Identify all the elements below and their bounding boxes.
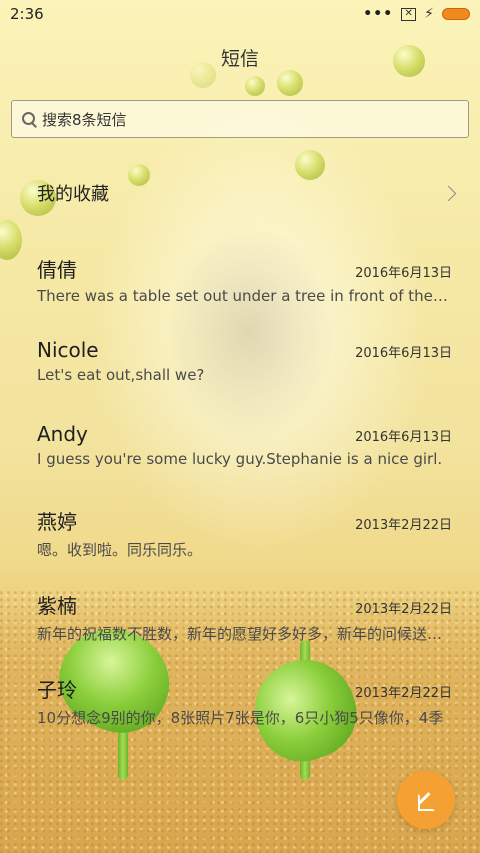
wallpaper-bubble xyxy=(245,76,265,96)
bolt-icon: ⚡ xyxy=(424,6,434,22)
wallpaper-bubble xyxy=(277,70,303,96)
status-bar: 2:36 ••• ✕ ⚡ xyxy=(0,0,480,28)
conversation-snippet: I guess you're some lucky guy.Stephanie … xyxy=(37,450,443,468)
no-sim-icon: ✕ xyxy=(401,7,417,21)
conversation-name: Andy xyxy=(37,422,88,446)
compose-button[interactable] xyxy=(397,771,455,829)
search-icon xyxy=(20,110,38,128)
conversation-snippet: 新年的祝福数不胜数，新年的愿望好多好多，新年的问候送给你 xyxy=(37,625,452,643)
conversation-date: 2013年2月22日 xyxy=(355,602,452,617)
conversation-name: 燕婷 xyxy=(37,510,77,534)
conversation-list: 倩倩 2016年6月13日 There was a table set out … xyxy=(0,250,480,754)
conversation-item[interactable]: Nicole 2016年6月13日 Let's eat out,shall we… xyxy=(0,334,480,418)
conversation-date: 2016年6月13日 xyxy=(355,346,452,361)
compose-icon xyxy=(416,790,436,811)
favorites-label: 我的收藏 xyxy=(37,184,109,205)
page-title: 短信 xyxy=(220,48,259,70)
conversation-snippet: There was a table set out under a tree i… xyxy=(37,287,452,305)
conversation-name: 紫楠 xyxy=(37,594,77,618)
chevron-right-icon xyxy=(440,185,457,201)
conversation-name: Nicole xyxy=(37,338,99,362)
battery-icon xyxy=(442,8,470,20)
status-time: 2:36 xyxy=(10,5,44,23)
conversation-item[interactable]: 倩倩 2016年6月13日 There was a table set out … xyxy=(0,250,480,334)
conversation-item[interactable]: 子玲 2013年2月22日 10分想念9别的你，8张照片7张是你，6只小狗5只像… xyxy=(0,670,480,754)
search-input[interactable]: 搜索8条短信 xyxy=(11,100,469,138)
search-placeholder: 搜索8条短信 xyxy=(42,110,127,129)
conversation-date: 2013年2月22日 xyxy=(355,518,452,533)
conversation-date: 2016年6月13日 xyxy=(355,266,452,281)
conversation-item[interactable]: Andy 2016年6月13日 I guess you're some luck… xyxy=(0,418,480,502)
favorites-row[interactable]: 我的收藏 xyxy=(0,168,480,218)
conversation-snippet: 嗯。收到啦。同乐同乐。 xyxy=(37,541,203,559)
conversation-item[interactable]: 紫楠 2013年2月22日 新年的祝福数不胜数，新年的愿望好多好多，新年的问候送… xyxy=(0,586,480,670)
more-notifications-icon: ••• xyxy=(363,6,394,22)
conversation-item[interactable]: 燕婷 2013年2月22日 嗯。收到啦。同乐同乐。 xyxy=(0,502,480,586)
conversation-snippet: 10分想念9别的你，8张照片7张是你，6只小狗5只像你，4季 xyxy=(37,709,444,727)
conversation-date: 2013年2月22日 xyxy=(355,686,452,701)
conversation-name: 子玲 xyxy=(37,678,77,702)
conversation-snippet: Let's eat out,shall we? xyxy=(37,366,205,384)
conversation-date: 2016年6月13日 xyxy=(355,430,452,445)
conversation-name: 倩倩 xyxy=(37,258,77,282)
status-icons: ••• ✕ ⚡ xyxy=(363,6,470,22)
